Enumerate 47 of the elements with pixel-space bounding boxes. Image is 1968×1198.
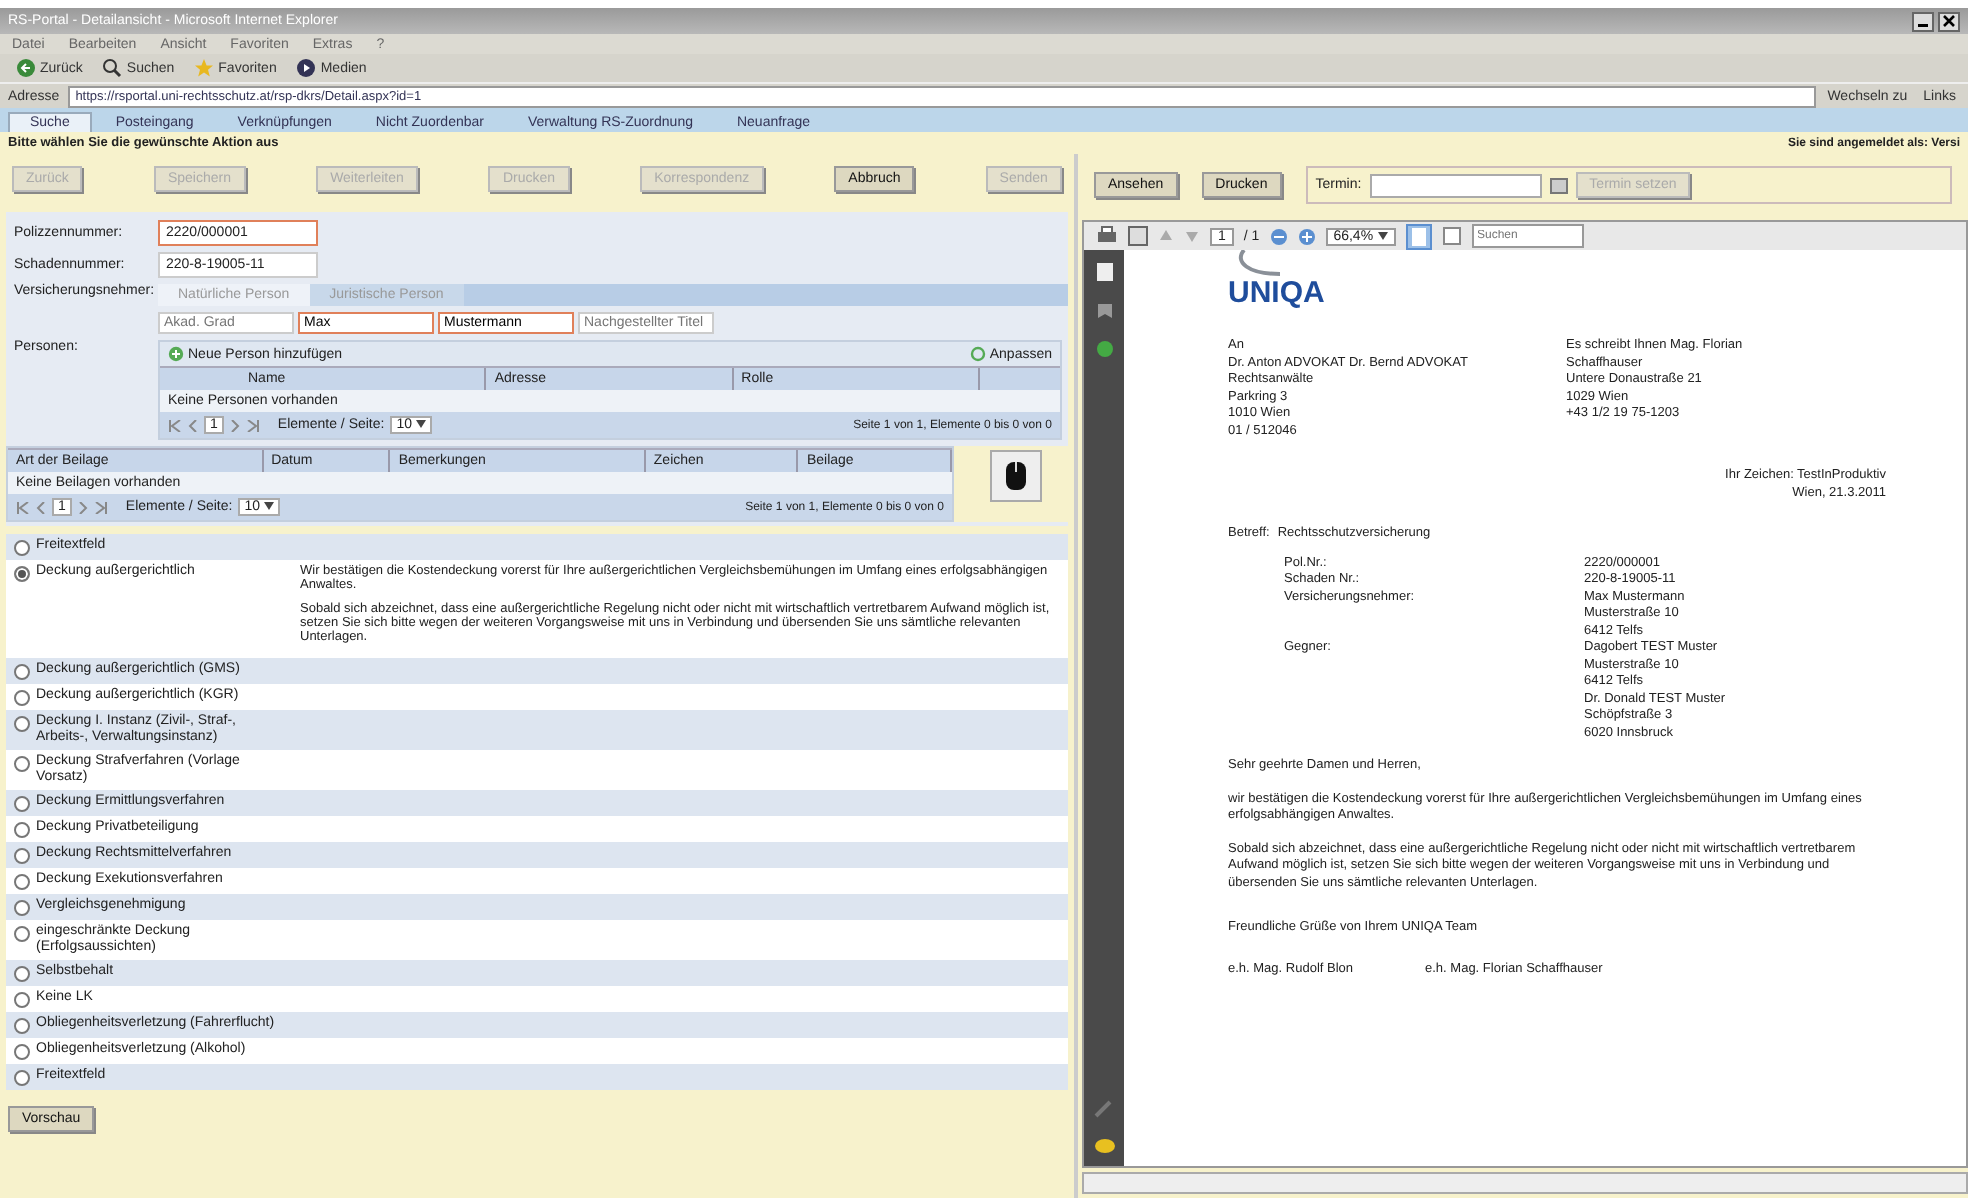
radio-button[interactable]: [14, 1070, 30, 1086]
radio-button[interactable]: [14, 1018, 30, 1034]
radio-button[interactable]: [14, 540, 30, 556]
horizontal-scrollbar[interactable]: [1082, 1172, 1968, 1194]
radio-button[interactable]: [14, 966, 30, 982]
printer-icon[interactable]: [1096, 226, 1118, 246]
previous-page-icon[interactable]: [36, 501, 46, 513]
logo-text: UNIQA: [1228, 278, 1325, 310]
radio-button[interactable]: [14, 874, 30, 890]
page-icon[interactable]: [1405, 223, 1431, 249]
radio-button[interactable]: [14, 900, 30, 916]
radio-button[interactable]: [14, 566, 30, 582]
star-icon: [194, 58, 215, 78]
back-arrow-icon: [16, 58, 36, 78]
radio-button[interactable]: [14, 1044, 30, 1060]
last-page-icon[interactable]: [93, 501, 108, 513]
last-page-icon[interactable]: [245, 419, 260, 431]
zoom-in-icon[interactable]: [1297, 227, 1316, 245]
first-page-icon[interactable]: [168, 419, 182, 431]
next-page-icon[interactable]: [77, 501, 88, 513]
radio-button[interactable]: [14, 848, 30, 864]
search-icon: [102, 58, 123, 78]
plus-icon: [168, 346, 184, 362]
radio-button[interactable]: [14, 690, 30, 706]
caret-icon: [263, 502, 274, 510]
close-button[interactable]: [1938, 11, 1960, 31]
radio-button[interactable]: [14, 926, 30, 942]
first-page-icon[interactable]: [16, 501, 30, 513]
previous-page-icon[interactable]: [188, 419, 198, 431]
appointment-field[interactable]: [1369, 173, 1542, 197]
scanner-button[interactable]: [990, 450, 1042, 502]
minimize-button[interactable]: [1912, 11, 1934, 31]
close-icon: [1942, 14, 1956, 28]
radio-button[interactable]: [14, 796, 30, 812]
bookmark-icon[interactable]: [1095, 302, 1113, 320]
caret-icon: [415, 420, 426, 428]
zoom-out-icon[interactable]: [1269, 227, 1288, 245]
radio-button[interactable]: [14, 992, 30, 1008]
caret-icon: [1377, 231, 1387, 239]
mouse-icon: [1004, 460, 1028, 492]
radio-button[interactable]: [14, 756, 30, 772]
next-page-icon[interactable]: [229, 419, 240, 431]
radio-button[interactable]: [14, 822, 30, 838]
page-thumbnail-icon[interactable]: [1095, 262, 1113, 282]
radio-button[interactable]: [14, 664, 30, 680]
radio-button[interactable]: [14, 716, 30, 732]
media-icon: [296, 58, 317, 78]
